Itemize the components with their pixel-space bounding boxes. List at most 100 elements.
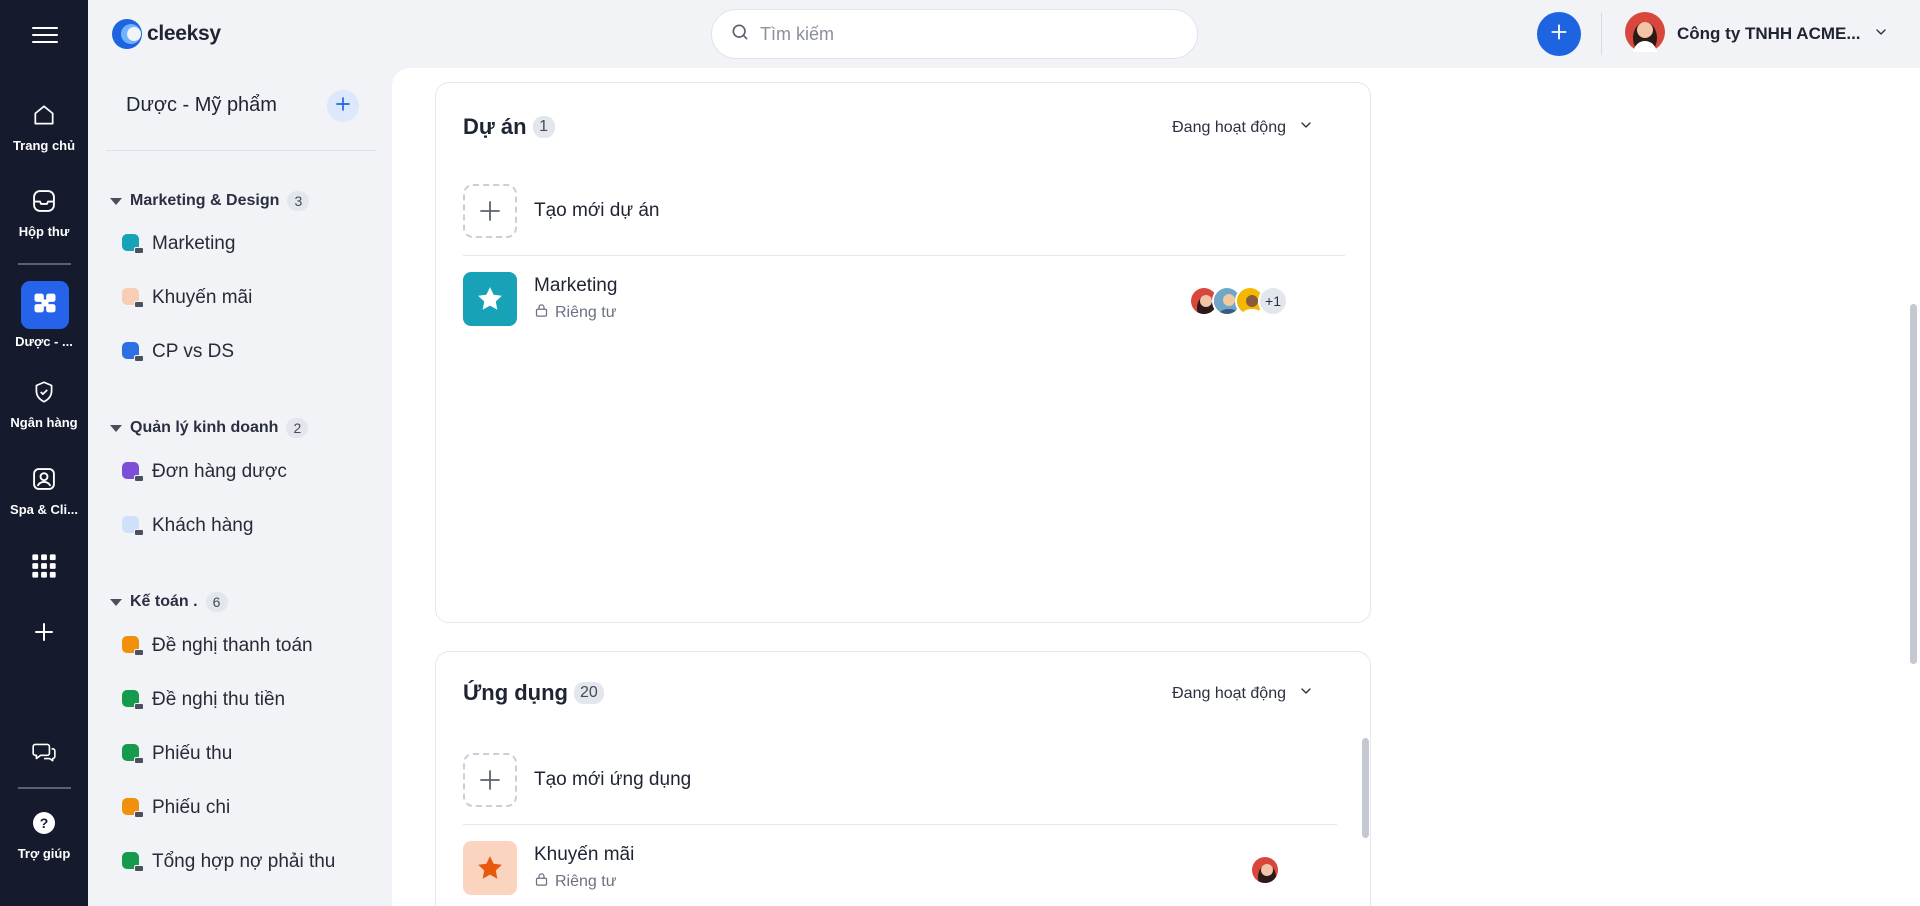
- star-icon: [463, 272, 517, 326]
- app-icon: [122, 690, 144, 710]
- brand-logo[interactable]: cleeksy: [111, 18, 221, 50]
- global-add-button[interactable]: [1537, 12, 1581, 56]
- rail-label: Dược - ...: [15, 334, 73, 349]
- sidebar-item-label: Phiếu chi: [152, 797, 231, 818]
- avatar: [1250, 855, 1280, 885]
- rail-label: Hộp thư: [18, 224, 70, 239]
- group-ke-toan[interactable]: Kế toán . 6: [110, 592, 228, 612]
- sidebar-item-khuyen-mai[interactable]: Khuyến mãi: [122, 287, 252, 309]
- create-project-label: Tạo mới dự án: [534, 200, 660, 221]
- member-avatars[interactable]: +1: [1189, 286, 1288, 316]
- app-icon: [122, 462, 144, 482]
- rail-item-spa[interactable]: Spa & Cli...: [0, 464, 88, 517]
- app-item-khuyen-mai[interactable]: Khuyến mãi Riêng tư: [463, 841, 634, 895]
- star-icon: [463, 841, 517, 895]
- app-icon: [122, 342, 144, 362]
- app-icon: [122, 636, 144, 656]
- search-icon: [730, 22, 750, 47]
- search-input[interactable]: [760, 23, 1160, 45]
- app-icon: [122, 744, 144, 764]
- sidebar-item-label: Đơn hàng dược: [152, 461, 287, 482]
- rail-item-help[interactable]: ? Trợ giúp: [0, 808, 88, 861]
- status-filter-dropdown[interactable]: Đang hoạt động: [1172, 117, 1314, 138]
- sidebar-item-don-hang-duoc[interactable]: Đơn hàng dược: [122, 461, 287, 483]
- top-bar: cleeksy Công ty TNHH ACME...: [88, 0, 1920, 68]
- app-privacy: Riêng tư: [534, 872, 634, 892]
- rail-item-bank[interactable]: Ngân hàng: [0, 377, 88, 430]
- add-folder-button[interactable]: [327, 90, 359, 122]
- app-icon: [122, 798, 144, 818]
- inbox-icon: [29, 186, 59, 216]
- search-box[interactable]: [711, 9, 1198, 59]
- sidebar-item-khach-hang[interactable]: Khách hàng: [122, 515, 253, 537]
- group-marketing-design[interactable]: Marketing & Design 3: [110, 191, 310, 211]
- sidebar-item-marketing[interactable]: Marketing: [122, 233, 235, 255]
- projects-card: Dự án 1 Đang hoạt động Tạo mới dự án Mar…: [435, 82, 1371, 623]
- app-name: Khuyến mãi: [534, 844, 635, 865]
- chevron-down-icon: [1873, 24, 1889, 45]
- card-scrollbar[interactable]: [1362, 738, 1369, 838]
- workspace-sidebar: Dược - Mỹ phẩm Marketing & Design 3 Mark…: [88, 68, 392, 906]
- plus-icon: [1549, 22, 1569, 47]
- workspace-icon: [31, 289, 59, 322]
- card-title: Ứng dụng 20: [463, 680, 604, 706]
- workspace-title: Dược - Mỹ phẩm: [126, 94, 277, 116]
- sidebar-item-phieu-thu[interactable]: Phiếu thu: [122, 743, 232, 765]
- status-filter-dropdown[interactable]: Đang hoạt động: [1172, 683, 1314, 704]
- rail-item-workspace[interactable]: [21, 281, 69, 329]
- sidebar-item-de-nghi-thanh-toan[interactable]: Đề nghị thanh toán: [122, 635, 313, 657]
- home-icon: [29, 100, 59, 130]
- sidebar-item-tong-hop-no[interactable]: Tổng hợp nợ phải thu: [122, 851, 335, 873]
- group-count: 2: [286, 418, 309, 438]
- rail-label: Ngân hàng: [10, 415, 78, 430]
- group-quan-ly-kinh-doanh[interactable]: Quản lý kinh doanh 2: [110, 418, 309, 438]
- extra-members-count: +1: [1258, 286, 1288, 316]
- sidebar-item-label: CP vs DS: [152, 341, 235, 362]
- app-icon: [122, 516, 144, 536]
- sidebar-item-cp-vs-ds[interactable]: CP vs DS: [122, 341, 234, 363]
- company-switcher[interactable]: Công ty TNHH ACME...: [1625, 11, 1889, 57]
- avatar: [1625, 11, 1665, 57]
- sidebar-item-label: Tổng hợp nợ phải thu: [152, 851, 336, 872]
- caret-down-icon: [110, 197, 122, 205]
- app-icon: [122, 234, 144, 254]
- projects-title: Dự án: [463, 114, 527, 139]
- member-avatars[interactable]: [1250, 855, 1280, 885]
- create-project-button[interactable]: Tạo mới dự án: [463, 184, 660, 238]
- app-icon: [122, 288, 144, 308]
- rail-item-add[interactable]: [0, 617, 88, 647]
- sidebar-item-phieu-chi[interactable]: Phiếu chi: [122, 797, 230, 819]
- logo-mark-icon: [111, 18, 143, 50]
- rail-item-inbox[interactable]: Hộp thư: [0, 186, 88, 239]
- sidebar-item-label: Marketing: [152, 233, 236, 254]
- rail-divider: [18, 787, 71, 789]
- project-info: Marketing Riêng tư: [534, 275, 617, 323]
- rail-item-home[interactable]: Trang chủ: [0, 100, 88, 153]
- main-scrollbar[interactable]: [1910, 304, 1917, 664]
- chat-icon: [29, 737, 59, 767]
- rail-item-workspace-label[interactable]: Dược - ...: [0, 326, 88, 349]
- lock-icon: [534, 872, 549, 892]
- privacy-label: Riêng tư: [555, 304, 617, 321]
- rail-divider: [18, 263, 71, 265]
- projects-count: 1: [532, 116, 555, 138]
- company-name: Công ty TNHH ACME...: [1677, 24, 1861, 43]
- menu-icon[interactable]: [32, 22, 58, 44]
- apps-count: 20: [574, 682, 604, 704]
- svg-text:?: ?: [40, 815, 49, 831]
- sidebar-item-de-nghi-thu-tien[interactable]: Đề nghị thu tiền: [122, 689, 285, 711]
- rail-item-apps[interactable]: [0, 551, 88, 581]
- left-rail: Trang chủ Hộp thư Dược - ... Ngân hàng S…: [0, 0, 88, 906]
- sidebar-item-label: Phiếu thu: [152, 743, 233, 764]
- create-app-button[interactable]: Tạo mới ứng dụng: [463, 753, 691, 807]
- rail-label: Trang chủ: [12, 138, 76, 153]
- app-icon: [122, 852, 144, 872]
- chevron-down-icon: [1298, 683, 1314, 704]
- help-icon: ?: [29, 808, 59, 838]
- group-name: Kế toán .: [130, 593, 198, 610]
- group-count: 6: [205, 592, 228, 612]
- project-item-marketing[interactable]: Marketing Riêng tư: [463, 272, 617, 326]
- sidebar-item-label: Đề nghị thu tiền: [152, 689, 286, 710]
- apps-card: Ứng dụng 20 Đang hoạt động Tạo mới ứng d…: [435, 651, 1371, 906]
- rail-item-chat[interactable]: [0, 737, 88, 767]
